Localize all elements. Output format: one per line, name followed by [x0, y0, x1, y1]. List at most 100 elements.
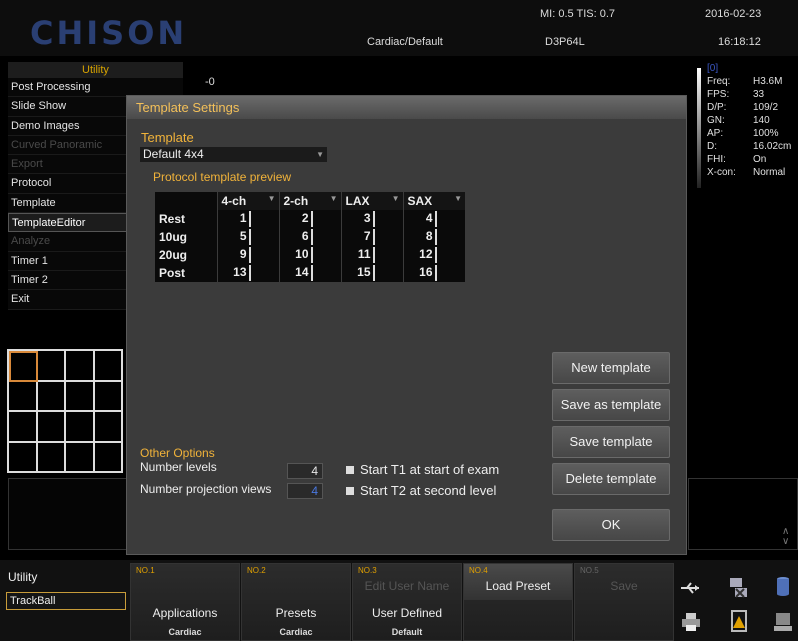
template-select[interactable]: Default 4x4 ▼ — [140, 147, 327, 162]
save-as-template-button[interactable]: Save as template — [552, 389, 670, 421]
tile-load-preset[interactable]: NO.4 Load Preset — [463, 563, 573, 641]
param-value: 109/2 — [753, 102, 779, 113]
table-cell[interactable]: 9 — [216, 246, 279, 264]
table-cell[interactable]: 8 — [402, 228, 465, 246]
param-value: 140 — [753, 115, 770, 126]
param-key: X-con: — [707, 167, 736, 178]
tile-number: NO.3 — [358, 566, 377, 575]
start-t1-label: Start T1 at start of exam — [360, 462, 500, 477]
tile-label: User Defined — [371, 606, 443, 620]
cell-number: 1 — [218, 211, 251, 227]
column-select-sax[interactable]: SAX ▼ — [402, 192, 465, 210]
tile-user-defined[interactable]: NO.3 Edit User Name User Defined Default — [352, 563, 462, 641]
template-label: Template — [141, 130, 194, 145]
layout-cell[interactable] — [66, 381, 95, 412]
new-template-button[interactable]: New template — [552, 352, 670, 384]
table-cell[interactable]: 14 — [278, 264, 341, 282]
start-t1-checkbox[interactable] — [346, 466, 354, 474]
tile-number: NO.5 — [580, 566, 599, 575]
tile-applications[interactable]: NO.1 Applications Cardiac — [130, 563, 240, 641]
dialog-title: Template Settings — [127, 96, 686, 119]
layout-grid-4x4[interactable] — [7, 349, 123, 473]
protocol-template-preview-table: 4-ch ▼ 2-ch ▼ LAX ▼ SAX ▼ Rest 1 2 3 4 10ug … — [155, 192, 465, 282]
scroll-arrows-icon[interactable]: ∧ ∨ — [782, 527, 789, 547]
cell-number: 13 — [218, 265, 251, 281]
delete-template-button[interactable]: Delete template — [552, 463, 670, 495]
table-row: 20ug 9 10 11 12 — [155, 246, 465, 264]
cell-number: 5 — [218, 229, 251, 245]
date-readout: 2016-02-23 — [705, 8, 762, 20]
device-icon — [773, 612, 793, 632]
table-cell[interactable]: 2 — [278, 210, 341, 228]
layout-cell[interactable] — [9, 351, 38, 382]
param-row: FPS: 33 — [697, 88, 798, 101]
table-cell[interactable]: 4 — [402, 210, 465, 228]
param-key: FHI: — [707, 154, 726, 165]
param-key: Freq: — [707, 76, 731, 87]
layout-cell[interactable] — [9, 412, 38, 443]
chevron-down-icon: ▼ — [267, 194, 276, 203]
param-row: GN: 140 — [697, 114, 798, 127]
table-cell[interactable]: 5 — [216, 228, 279, 246]
top-header: CHISON MI: 0.5 TIS: 0.7 2016-02-23 Cardi… — [0, 0, 798, 56]
layout-cell[interactable] — [66, 351, 95, 382]
layout-cell[interactable] — [9, 381, 38, 412]
ok-button[interactable]: OK — [552, 509, 670, 541]
time-readout: 16:18:12 — [718, 36, 761, 48]
layout-cell[interactable] — [37, 351, 66, 382]
param-value: 100% — [753, 128, 779, 139]
trackball-selector[interactable]: TrackBall — [6, 592, 126, 610]
table-cell[interactable]: 16 — [402, 264, 465, 282]
layout-cell[interactable] — [9, 442, 38, 473]
table-cell[interactable]: 1 — [216, 210, 279, 228]
row-label: 10ug — [155, 228, 217, 246]
start-t2-checkbox[interactable] — [346, 487, 354, 495]
tile-number: NO.1 — [136, 566, 155, 575]
table-row: Rest 1 2 3 4 — [155, 210, 465, 228]
template-select-value: Default 4x4 — [143, 147, 204, 161]
column-select-4ch[interactable]: 4-ch ▼ — [216, 192, 279, 210]
layout-cell[interactable] — [94, 381, 123, 412]
layout-cell[interactable] — [37, 442, 66, 473]
layout-cell[interactable] — [37, 412, 66, 443]
table-cell[interactable]: 3 — [340, 210, 403, 228]
tile-number: NO.2 — [247, 566, 266, 575]
layout-cell[interactable] — [66, 412, 95, 443]
cell-number: 6 — [280, 229, 313, 245]
edit-user-name-button: Edit User Name — [364, 579, 450, 593]
cell-number: 7 — [342, 229, 375, 245]
layout-cell[interactable] — [94, 351, 123, 382]
column-label: LAX — [345, 194, 370, 208]
param-key: D: — [707, 141, 717, 152]
table-row: Post 13 14 15 16 — [155, 264, 465, 282]
layout-cell[interactable] — [37, 381, 66, 412]
layout-cell[interactable] — [94, 412, 123, 443]
column-select-2ch[interactable]: 2-ch ▼ — [278, 192, 341, 210]
frame-tag: [0] — [707, 63, 719, 74]
table-cell[interactable]: 6 — [278, 228, 341, 246]
chison-logo: CHISON — [30, 14, 188, 52]
imaging-parameters-panel: [0] Freq: H3.6M FPS: 33 D/P: 109/2 GN: 140 A… — [697, 62, 798, 188]
tile-save: NO.5 Save — [574, 563, 674, 641]
load-preset-button[interactable]: Load Preset — [464, 579, 572, 593]
table-cell[interactable]: 7 — [340, 228, 403, 246]
param-key: AP: — [707, 128, 724, 139]
table-corner — [155, 192, 217, 210]
save-button: Save — [610, 579, 638, 593]
table-cell[interactable]: 12 — [402, 246, 465, 264]
number-views-input[interactable]: 4 — [287, 483, 323, 499]
tile-presets[interactable]: NO.2 Presets Cardiac — [241, 563, 351, 641]
table-cell[interactable]: 13 — [216, 264, 279, 282]
layout-cell[interactable] — [66, 442, 95, 473]
table-cell[interactable]: 15 — [340, 264, 403, 282]
save-template-button[interactable]: Save template — [552, 426, 670, 458]
param-value: On — [753, 154, 767, 165]
column-select-lax[interactable]: LAX ▼ — [340, 192, 403, 210]
number-levels-input[interactable]: 4 — [287, 463, 323, 479]
table-cell[interactable]: 10 — [278, 246, 341, 264]
tile-label: Presets — [275, 606, 317, 620]
layout-cell[interactable] — [94, 442, 123, 473]
cell-number: 8 — [404, 229, 437, 245]
row-label: Post — [155, 264, 217, 282]
table-cell[interactable]: 11 — [340, 246, 403, 264]
